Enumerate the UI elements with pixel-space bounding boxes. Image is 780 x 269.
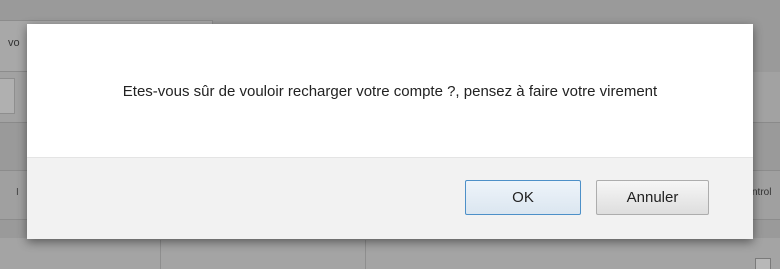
background-tab-label: vo	[8, 37, 20, 49]
background-column-divider	[365, 240, 366, 269]
dialog-body: Etes-vous sûr de vouloir recharger votre…	[27, 24, 753, 157]
confirm-dialog: Etes-vous sûr de vouloir recharger votre…	[27, 24, 753, 239]
background-checkbox	[755, 258, 771, 269]
background-left-mark: I	[16, 187, 19, 198]
cancel-button[interactable]: Annuler	[596, 180, 709, 215]
page: vo I ntrol Etes-vous sûr de vouloir rech…	[0, 0, 780, 269]
background-column-divider	[160, 240, 161, 269]
ok-button[interactable]: OK	[465, 180, 581, 215]
background-toolbar-edge	[0, 78, 15, 114]
dialog-footer: OK Annuler	[27, 157, 753, 239]
background-table-row	[0, 238, 780, 269]
background-column-header: ntrol	[752, 187, 772, 198]
dialog-message: Etes-vous sûr de vouloir recharger votre…	[122, 83, 658, 100]
